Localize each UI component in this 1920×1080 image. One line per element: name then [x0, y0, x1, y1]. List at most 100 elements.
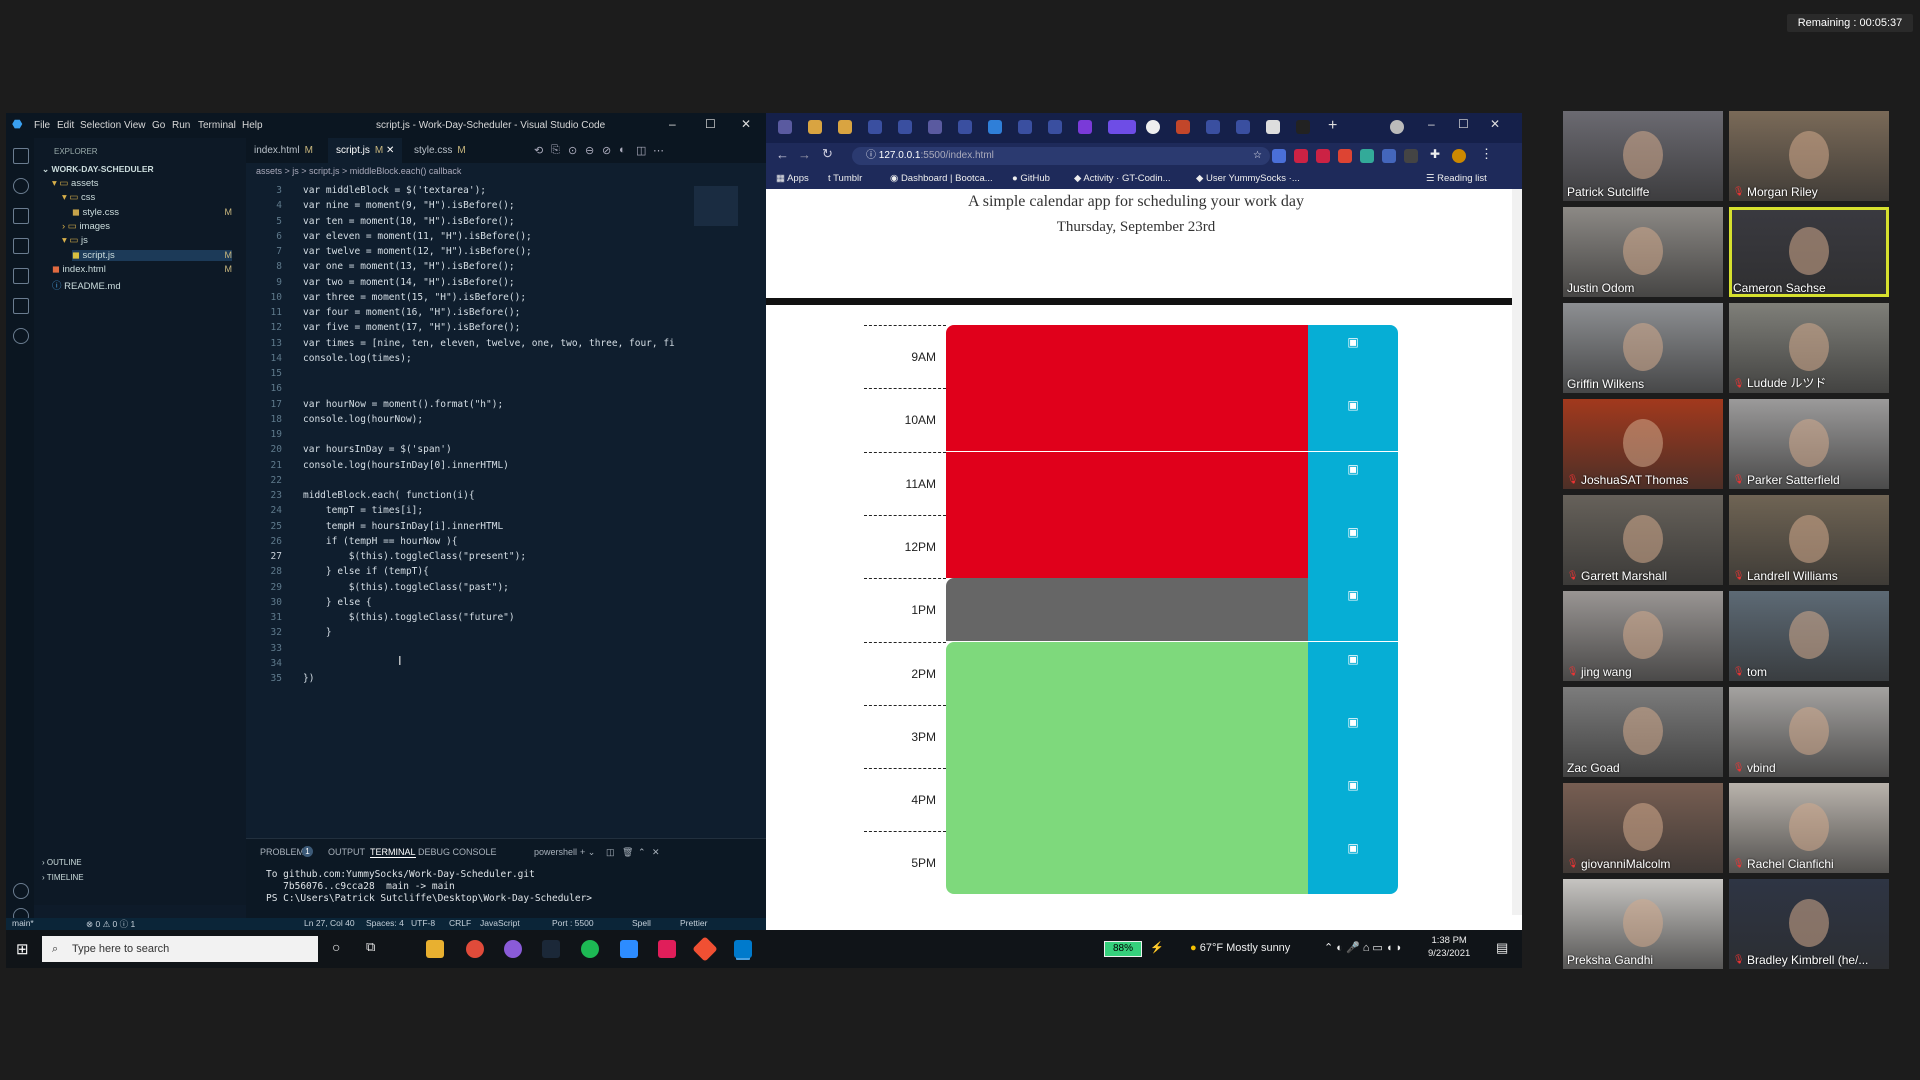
editor-toolbar-icon[interactable]: ⊙	[568, 144, 577, 157]
participant-tile[interactable]: Zac Goad	[1563, 687, 1723, 777]
live-server-port[interactable]: Port : 5500	[552, 918, 594, 928]
participant-tile[interactable]: 🎙 vbind	[1729, 687, 1889, 777]
event-textarea[interactable]	[946, 325, 1308, 388]
account-icon[interactable]	[13, 883, 29, 899]
browser-tab[interactable]	[898, 120, 912, 134]
file-tree-item[interactable]: ◼ style.css M	[72, 207, 232, 218]
vscode-taskbar-icon[interactable]	[734, 940, 752, 958]
clock[interactable]: 1:38 PM 9/23/2021	[1428, 934, 1470, 960]
terminal-prompt[interactable]: PS C:\Users\Patrick Sutcliffe\Desktop\Wo…	[266, 893, 598, 904]
event-textarea[interactable]	[946, 451, 1308, 515]
save-button[interactable]: ▣	[1308, 704, 1398, 768]
maximize-icon[interactable]: ☐	[1458, 117, 1469, 131]
encoding[interactable]: UTF-8	[411, 918, 435, 928]
extension-icon[interactable]	[1360, 149, 1374, 163]
participant-tile[interactable]: Preksha Gandhi	[1563, 879, 1723, 969]
spotify-icon[interactable]	[581, 940, 599, 958]
spell-checker[interactable]: Spell	[632, 918, 651, 928]
participant-tile[interactable]: 🎙 Rachel Cianfichi	[1729, 783, 1889, 873]
prettier-status[interactable]: Prettier	[680, 918, 707, 928]
zoom-icon[interactable]	[620, 940, 638, 958]
browser-tab[interactable]	[838, 120, 852, 134]
participant-tile[interactable]: 🎙 JoshuaSAT Thomas	[1563, 399, 1723, 489]
browser-tab[interactable]	[778, 120, 792, 134]
remote-explorer-icon[interactable]	[13, 298, 29, 314]
browser-tab[interactable]	[1296, 120, 1310, 134]
back-icon[interactable]: ←	[776, 147, 789, 162]
editor-tab[interactable]: script.js M ✕	[328, 138, 403, 163]
extensions-icon[interactable]	[13, 268, 29, 284]
minimize-icon[interactable]: –	[669, 117, 676, 131]
participant-tile[interactable]: 🎙 Bradley Kimbrell (he/...	[1729, 879, 1889, 969]
address-bar[interactable]: ⓘ 127.0.0.1:5500/index.html ☆	[852, 147, 1270, 165]
event-textarea[interactable]	[946, 388, 1308, 452]
system-tray-icons[interactable]: ⌃ ◐ 🎤 ⌂ ▭ ◖ ◗	[1324, 941, 1402, 954]
tab-debug-console[interactable]: DEBUG CONSOLE	[418, 847, 497, 857]
event-textarea[interactable]	[946, 578, 1308, 642]
bookmark-tumblr[interactable]: t Tumblr	[828, 173, 862, 184]
file-tree-item[interactable]: ◼ index.html M	[52, 264, 232, 275]
editor-tab[interactable]: style.css M	[406, 138, 474, 163]
event-textarea[interactable]	[946, 831, 1308, 895]
slack-icon[interactable]	[658, 940, 676, 958]
editor-toolbar-icon[interactable]: ◐	[619, 144, 626, 156]
bookmark-apps[interactable]: ▦ Apps	[776, 173, 809, 184]
browser-tab[interactable]	[1048, 120, 1062, 134]
github-icon[interactable]	[13, 328, 29, 344]
profile-avatar[interactable]	[1452, 149, 1466, 163]
new-terminal-icon[interactable]: + ⌄	[580, 847, 595, 858]
browser-tab[interactable]	[868, 120, 882, 134]
discord-icon[interactable]	[504, 940, 522, 958]
participant-tile[interactable]: 🎙 tom	[1729, 591, 1889, 681]
split-terminal-icon[interactable]: ◫	[606, 847, 615, 858]
browser-tab[interactable]	[1146, 120, 1160, 134]
menu-edit[interactable]: Edit	[57, 120, 74, 131]
save-button[interactable]: ▣	[1308, 768, 1398, 832]
maximize-panel-icon[interactable]: ⌃	[638, 847, 646, 858]
file-explorer-icon[interactable]	[426, 940, 444, 958]
file-tree-item[interactable]: ⓘ README.md	[52, 278, 232, 292]
git-branch[interactable]: main*	[12, 918, 34, 928]
menu-help[interactable]: Help	[242, 120, 263, 131]
info-icon[interactable]: ⓘ	[866, 150, 879, 161]
save-button[interactable]: ▣	[1308, 451, 1398, 515]
file-tree-item[interactable]: ◼ script.js M	[72, 249, 232, 261]
minimize-icon[interactable]: –	[1428, 117, 1435, 131]
browser-tab[interactable]	[1266, 120, 1280, 134]
tab-output[interactable]: OUTPUT	[328, 847, 365, 857]
bookmark-dashboard[interactable]: ◉ Dashboard | Bootca...	[890, 173, 993, 184]
extension-icon[interactable]	[1316, 149, 1330, 163]
outline-section[interactable]: › OUTLINE	[42, 858, 82, 867]
menu-file[interactable]: File	[34, 120, 50, 131]
extensions-puzzle-icon[interactable]: ✚	[1430, 147, 1440, 161]
source-control-icon[interactable]	[13, 208, 29, 224]
browser-tab[interactable]	[958, 120, 972, 134]
menu-selection[interactable]: Selection	[80, 120, 121, 131]
bookmark-user[interactable]: ◆ User YummySocks ·...	[1196, 173, 1300, 184]
browser-tab[interactable]	[1078, 120, 1092, 134]
cortana-icon[interactable]: ○	[332, 939, 340, 955]
save-button[interactable]: ▣	[1308, 388, 1398, 452]
editor-toolbar-icon[interactable]: ⊖	[585, 144, 594, 157]
task-view-icon[interactable]: ⧉	[366, 939, 375, 955]
editor-toolbar-icon[interactable]: ⎘	[551, 144, 560, 157]
forward-icon[interactable]: →	[798, 147, 811, 162]
indentation[interactable]: Spaces: 4	[366, 918, 404, 928]
weather-widget[interactable]: ● 67°F Mostly sunny	[1190, 942, 1290, 954]
code-editor[interactable]: 3 var middleBlock = $('textarea'); 4 var ni…	[246, 185, 675, 825]
reading-list[interactable]: ☰ Reading list	[1426, 173, 1487, 184]
close-panel-icon[interactable]: ✕	[652, 847, 660, 858]
steam-icon[interactable]	[542, 940, 560, 958]
editor-toolbar-icon[interactable]: ⋯	[653, 144, 664, 157]
bookmark-github[interactable]: ● GitHub	[1012, 173, 1050, 184]
file-tree-item[interactable]: ▾ ▭ css	[62, 192, 232, 203]
notifications-icon[interactable]: ▤	[1496, 940, 1508, 956]
save-button[interactable]: ▣	[1308, 641, 1398, 705]
new-tab-icon[interactable]: +	[1328, 117, 1337, 135]
windows-start-icon[interactable]: ⊞	[16, 940, 29, 958]
event-textarea[interactable]	[946, 704, 1308, 768]
menu-go[interactable]: Go	[152, 120, 165, 131]
participant-tile[interactable]: Patrick Sutcliffe	[1563, 111, 1723, 201]
breadcrumb[interactable]: assets > js > script.js > middleBlock.ea…	[256, 166, 461, 176]
tab-terminal[interactable]: TERMINAL	[370, 847, 416, 858]
